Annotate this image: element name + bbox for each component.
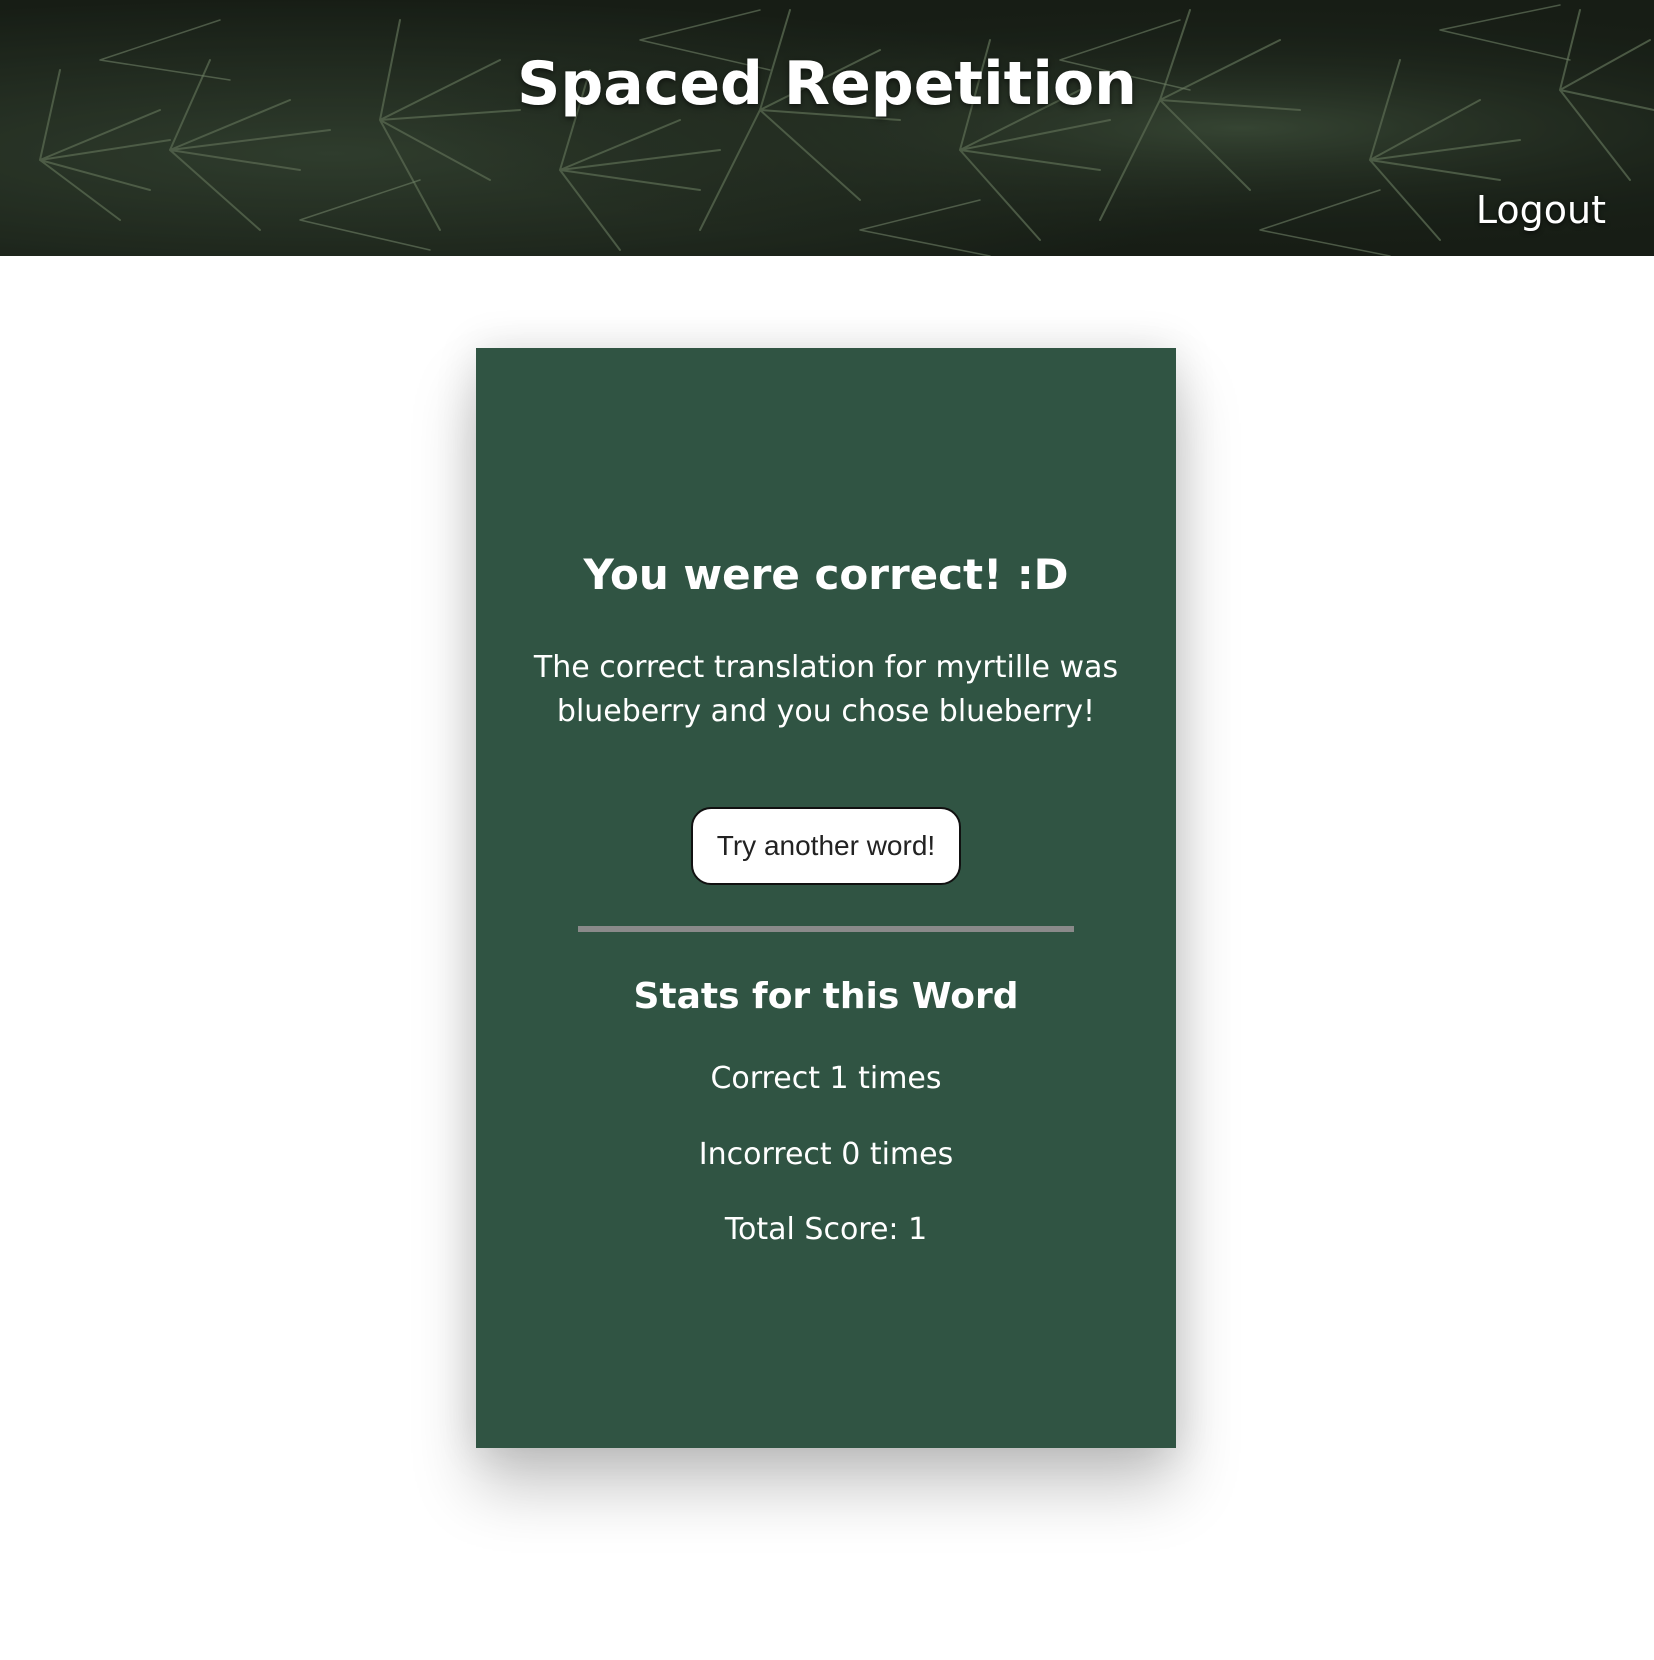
try-another-word-button[interactable]: Try another word! — [691, 807, 961, 885]
pine-branches-banner-image — [0, 0, 1654, 256]
stat-incorrect-count: Incorrect 0 times — [698, 1137, 954, 1172]
divider — [578, 926, 1074, 932]
feedback-card: You were correct! :D The correct transla… — [476, 348, 1176, 1448]
stats-heading: Stats for this Word — [633, 976, 1019, 1017]
stat-correct-count: Correct 1 times — [710, 1061, 942, 1096]
stat-total-score: Total Score: 1 — [724, 1212, 928, 1247]
site-title: Spaced Repetition — [517, 49, 1137, 119]
feedback-heading: You were correct! :D — [583, 550, 1069, 599]
logout-link[interactable]: Logout — [1476, 186, 1606, 234]
site-header: Spaced Repetition Logout — [0, 0, 1654, 256]
feedback-message: The correct translation for myrtille was… — [533, 650, 1119, 729]
